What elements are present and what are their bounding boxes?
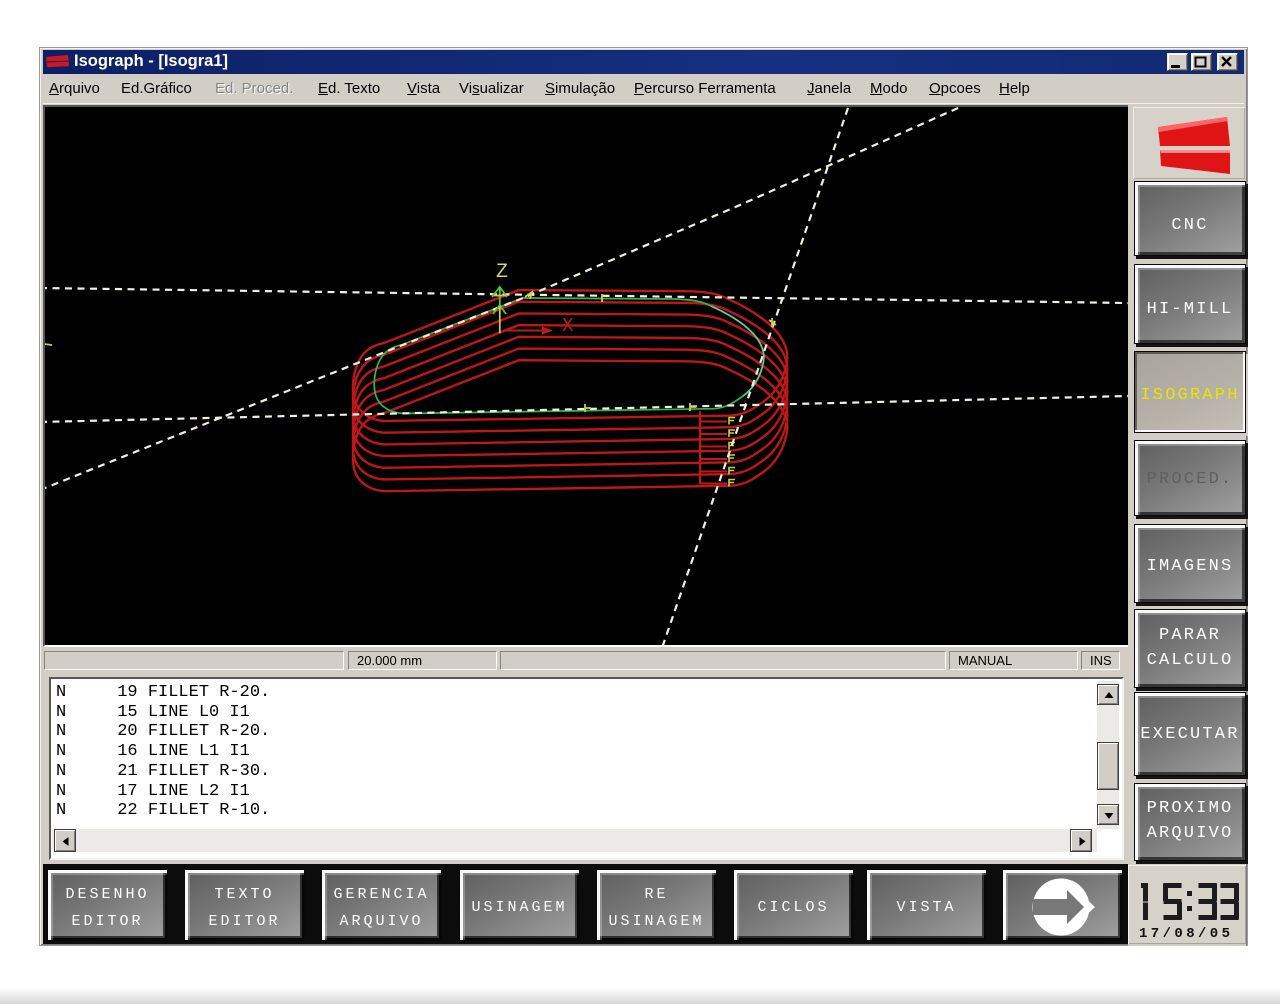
svg-text:Z: Z	[496, 261, 508, 284]
svg-text:X: X	[562, 315, 574, 337]
